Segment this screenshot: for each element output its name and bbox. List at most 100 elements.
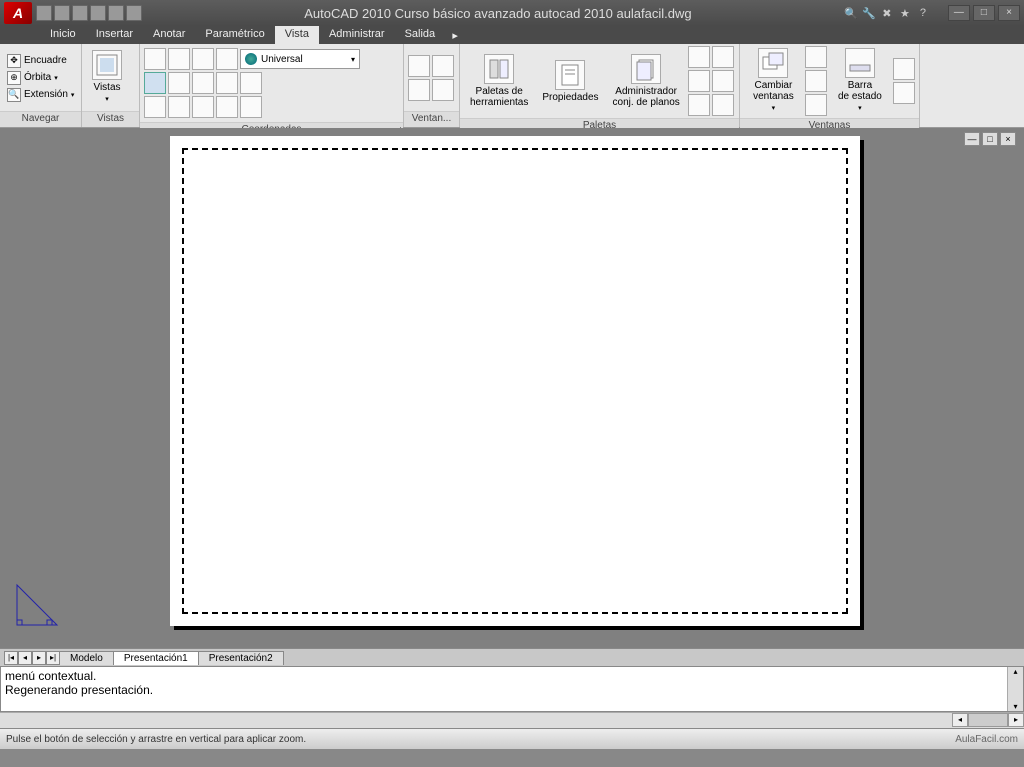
menu-salida[interactable]: Salida — [395, 26, 446, 44]
win-tile-3[interactable] — [805, 94, 827, 116]
tab-prev-icon[interactable]: ◂ — [18, 651, 32, 665]
pan-icon: ✥ — [7, 54, 21, 68]
cmd-scrollbar[interactable]: ▴▾ — [1007, 667, 1023, 711]
palette-btn-2[interactable] — [712, 46, 734, 68]
paper-sheet — [170, 136, 860, 626]
statusbar-icon — [845, 48, 875, 78]
ucs-grid-1[interactable] — [144, 72, 166, 94]
win-tile-1[interactable] — [805, 46, 827, 68]
ucs-btn-4[interactable] — [216, 48, 238, 70]
extension-button[interactable]: 🔍Extensión▾ — [4, 87, 77, 103]
tab-next-icon[interactable]: ▸ — [32, 651, 46, 665]
command-window[interactable]: menú contextual. Regenerando presentació… — [0, 666, 1024, 712]
panel-ventanas-small-label: Ventan... — [404, 111, 459, 127]
app-logo[interactable]: A — [4, 2, 32, 24]
ucs-grid-4[interactable] — [216, 72, 238, 94]
menu-inicio[interactable]: Inicio — [40, 26, 86, 44]
ucs-grid-3[interactable] — [192, 72, 214, 94]
sheetset-icon — [631, 54, 661, 84]
menu-express-icon[interactable]: ▸ — [445, 26, 465, 44]
search-icon[interactable]: 🔍 — [844, 6, 858, 20]
barra-estado-button[interactable]: Barra de estado ▾ — [829, 46, 891, 116]
orbit-icon: ⊕ — [7, 71, 21, 85]
h-scrollbar[interactable]: ◂▸ — [0, 712, 1024, 728]
vp-restore-icon[interactable]: □ — [982, 132, 998, 146]
menu-insertar[interactable]: Insertar — [86, 26, 143, 44]
cmd-line-1: menú contextual. — [5, 669, 1019, 683]
viewport-btn-4[interactable] — [432, 79, 454, 101]
ucs-grid-5[interactable] — [240, 72, 262, 94]
qat-print-icon[interactable] — [126, 5, 142, 21]
properties-icon — [555, 60, 585, 90]
status-bar: Pulse el botón de selección y arrastre e… — [0, 728, 1024, 749]
ucs-icon — [12, 580, 62, 630]
admin-planos-button[interactable]: Administrador conj. de planos — [607, 52, 686, 110]
star-icon[interactable]: ★ — [898, 6, 912, 20]
orbita-button[interactable]: ⊕Órbita▾ — [4, 70, 77, 86]
viewport-frame[interactable] — [182, 148, 848, 614]
propiedades-button[interactable]: Propiedades — [536, 58, 604, 105]
viewport-btn-2[interactable] — [432, 55, 454, 77]
cmd-line-2: Regenerando presentación. — [5, 683, 1019, 697]
menu-anotar[interactable]: Anotar — [143, 26, 195, 44]
ribbon: ✥Encuadre ⊕Órbita▾ 🔍Extensión▾ Navegar V… — [0, 44, 1024, 128]
vp-minimize-icon[interactable]: — — [964, 132, 980, 146]
qat-redo-icon[interactable] — [108, 5, 124, 21]
qat-save-icon[interactable] — [72, 5, 88, 21]
qat-undo-icon[interactable] — [90, 5, 106, 21]
globe-icon — [245, 53, 257, 65]
menu-parametrico[interactable]: Paramétrico — [195, 26, 274, 44]
maximize-button[interactable]: □ — [973, 5, 995, 21]
encuadre-button[interactable]: ✥Encuadre — [4, 53, 77, 69]
ucs-btn-3[interactable] — [192, 48, 214, 70]
menu-administrar[interactable]: Administrar — [319, 26, 395, 44]
win-tile-2[interactable] — [805, 70, 827, 92]
palette-btn-6[interactable] — [712, 94, 734, 116]
exchange-icon[interactable]: ✖ — [880, 6, 894, 20]
menu-bar: Inicio Insertar Anotar Paramétrico Vista… — [0, 26, 1024, 44]
ucs-btn-2[interactable] — [168, 48, 190, 70]
qat-open-icon[interactable] — [54, 5, 70, 21]
ucs-combo[interactable]: Universal▾ — [240, 49, 360, 69]
vistas-button[interactable]: Vistas▾ — [86, 48, 128, 107]
lock-ui-icon[interactable] — [893, 58, 915, 80]
cambiar-ventanas-button[interactable]: Cambiar ventanas ▾ — [744, 46, 803, 116]
help-icon[interactable]: ? — [916, 6, 930, 20]
panel-vistas-label: Vistas — [82, 111, 139, 127]
tab-presentacion2[interactable]: Presentación2 — [198, 651, 284, 665]
menu-vista[interactable]: Vista — [275, 26, 319, 44]
vp-close-icon[interactable]: × — [1000, 132, 1016, 146]
tool-palettes-icon — [484, 54, 514, 84]
viewport-btn-3[interactable] — [408, 79, 430, 101]
palette-btn-5[interactable] — [688, 94, 710, 116]
key-icon[interactable]: 🔧 — [862, 6, 876, 20]
status-hint: Pulse el botón de selección y arrastre e… — [6, 734, 306, 745]
tab-first-icon[interactable]: |◂ — [4, 651, 18, 665]
watermark: AulaFacil.com — [955, 734, 1018, 745]
switch-windows-icon — [758, 48, 788, 78]
palette-btn-3[interactable] — [688, 70, 710, 92]
ucs-grid-2[interactable] — [168, 72, 190, 94]
ucs-grid-7[interactable] — [168, 96, 190, 118]
window-title: AutoCAD 2010 Curso básico avanzado autoc… — [152, 6, 844, 21]
ucs-btn-1[interactable] — [144, 48, 166, 70]
ucs-grid-8[interactable] — [192, 96, 214, 118]
views-icon — [92, 50, 122, 80]
qat-new-icon[interactable] — [36, 5, 52, 21]
minimize-button[interactable]: — — [948, 5, 970, 21]
tab-last-icon[interactable]: ▸| — [46, 651, 60, 665]
ucs-grid-10[interactable] — [240, 96, 262, 118]
tab-modelo[interactable]: Modelo — [59, 651, 114, 665]
text-window-icon[interactable] — [893, 82, 915, 104]
tab-presentacion1[interactable]: Presentación1 — [113, 651, 199, 665]
palette-btn-1[interactable] — [688, 46, 710, 68]
ucs-grid-6[interactable] — [144, 96, 166, 118]
paletas-herramientas-button[interactable]: Paletas de herramientas — [464, 52, 534, 110]
quick-access-toolbar — [36, 5, 142, 21]
ucs-grid-9[interactable] — [216, 96, 238, 118]
title-bar: A AutoCAD 2010 Curso básico avanzado aut… — [0, 0, 1024, 26]
drawing-viewport[interactable]: — □ × — [0, 128, 1024, 648]
close-button[interactable]: × — [998, 5, 1020, 21]
viewport-btn-1[interactable] — [408, 55, 430, 77]
palette-btn-4[interactable] — [712, 70, 734, 92]
